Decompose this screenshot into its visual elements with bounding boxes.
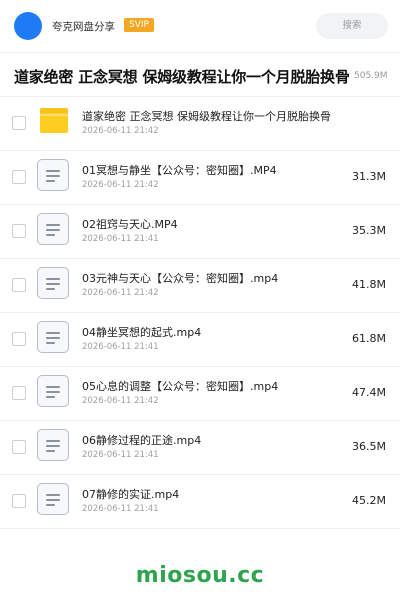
item-size: 31.3M [352, 170, 386, 183]
list-item[interactable]: 02祖窍与天心.MP4 2026-06-11 21:41 35.3M [0, 204, 400, 259]
document-icon [37, 375, 69, 407]
select-checkbox[interactable] [12, 494, 26, 508]
list-item[interactable]: 05心息的调整【公众号：密知圈】.mp4 2026-06-11 21:42 47.4… [0, 366, 400, 421]
list-item[interactable]: 道家绝密 正念冥想 保姆级教程让你一个月脱胎换骨 2026-06-11 21:42 [0, 96, 400, 151]
list-item[interactable]: 01冥想与静坐【公众号：密知圈】.MP4 2026-06-11 21:42 31.3… [0, 150, 400, 205]
item-date: 2026-06-11 21:41 [82, 504, 159, 514]
item-size: 47.4M [352, 386, 386, 399]
document-icon [37, 483, 69, 515]
watermark-text: miosou.cc [135, 563, 265, 588]
select-checkbox[interactable] [12, 386, 26, 400]
select-checkbox[interactable] [12, 440, 26, 454]
folder-total-size: 505.9M [354, 71, 388, 81]
item-size: 35.3M [352, 224, 386, 237]
item-name: 03元神与天心【公众号：密知圈】.mp4 [82, 272, 279, 285]
document-icon [37, 159, 69, 191]
item-date: 2026-06-11 21:42 [82, 396, 159, 406]
list-item[interactable]: 07静修的实证.mp4 2026-06-11 21:41 45.2M [0, 474, 400, 529]
document-icon [37, 429, 69, 461]
select-checkbox[interactable] [12, 224, 26, 238]
item-date: 2026-06-11 21:42 [82, 288, 159, 298]
list-item[interactable]: 03元神与天心【公众号：密知圈】.mp4 2026-06-11 21:42 41.8… [0, 258, 400, 313]
select-checkbox[interactable] [12, 278, 26, 292]
document-icon [37, 213, 69, 245]
app-brand-label: 夸克网盘分享 [52, 21, 115, 33]
item-size: 61.8M [352, 332, 386, 345]
top-bar: 夸克网盘分享 SVIP 搜索 [0, 0, 400, 52]
item-name: 01冥想与静坐【公众号：密知圈】.MP4 [82, 164, 277, 177]
item-name: 道家绝密 正念冥想 保姆级教程让你一个月脱胎换骨 [82, 110, 331, 123]
folder-title-row: 道家绝密 正念冥想 保姆级教程让你一个月脱胎换骨 505.9M [0, 64, 400, 90]
item-name: 04静坐冥想的起式.mp4 [82, 326, 202, 339]
folder-icon [40, 108, 68, 133]
item-date: 2026-06-11 21:41 [82, 234, 159, 244]
avatar[interactable] [14, 12, 42, 40]
svip-badge: SVIP [124, 18, 154, 32]
item-date: 2026-06-11 21:42 [82, 180, 159, 190]
item-date: 2026-06-11 21:42 [82, 126, 159, 136]
list-item[interactable]: 06静修过程的正途.mp4 2026-06-11 21:41 36.5M [0, 420, 400, 475]
item-name: 02祖窍与天心.MP4 [82, 218, 178, 231]
search-button[interactable]: 搜索 [316, 13, 388, 39]
document-icon [37, 321, 69, 353]
select-checkbox[interactable] [12, 332, 26, 346]
item-size: 36.5M [352, 440, 386, 453]
item-name: 07静修的实证.mp4 [82, 488, 180, 501]
list-item[interactable]: 04静坐冥想的起式.mp4 2026-06-11 21:41 61.8M [0, 312, 400, 367]
folder-title: 道家绝密 正念冥想 保姆级教程让你一个月脱胎换骨 [14, 68, 350, 86]
select-checkbox[interactable] [12, 116, 26, 130]
item-date: 2026-06-11 21:41 [82, 342, 159, 352]
select-checkbox[interactable] [12, 170, 26, 184]
item-name: 06静修过程的正途.mp4 [82, 434, 202, 447]
item-name: 05心息的调整【公众号：密知圈】.mp4 [82, 380, 279, 393]
item-size: 45.2M [352, 494, 386, 507]
item-date: 2026-06-11 21:41 [82, 450, 159, 460]
item-size: 41.8M [352, 278, 386, 291]
document-icon [37, 267, 69, 299]
header-divider [0, 52, 400, 53]
